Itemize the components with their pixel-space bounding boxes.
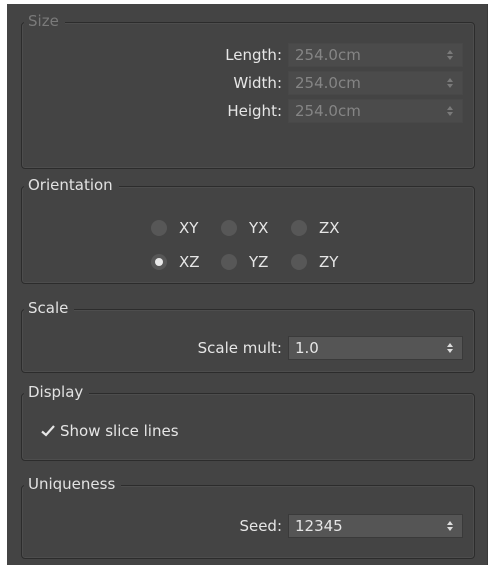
height-label: Height: <box>227 102 282 120</box>
scale-mult-label: Scale mult: <box>197 339 282 357</box>
height-value: 254.0cm <box>295 102 361 120</box>
show-slice-lines-checkbox[interactable] <box>40 423 56 439</box>
seed-value: 12345 <box>295 517 343 535</box>
uniqueness-group: Uniqueness Seed: 12345 <box>21 474 475 559</box>
radio-yx[interactable]: YX <box>221 217 281 239</box>
radio-yz[interactable]: YZ <box>221 251 281 273</box>
size-group-title: Size <box>24 11 65 31</box>
radio-label-zx: ZX <box>319 219 340 237</box>
spinner-arrows-icon[interactable] <box>446 342 454 354</box>
length-label: Length: <box>225 46 282 64</box>
orientation-group-title: Orientation <box>24 175 119 195</box>
width-spinner[interactable]: 254.0cm <box>288 71 463 95</box>
scale-mult-spinner[interactable]: 1.0 <box>288 336 463 360</box>
radio-label-yx: YX <box>249 219 269 237</box>
spinner-arrows-icon[interactable] <box>446 520 454 532</box>
width-value: 254.0cm <box>295 74 361 92</box>
spinner-arrows-icon[interactable] <box>446 49 454 61</box>
size-group: Size Length: 254.0cm Width: 254.0cm Heig… <box>21 11 475 169</box>
seed-spinner[interactable]: 12345 <box>288 514 463 538</box>
height-spinner[interactable]: 254.0cm <box>288 99 463 123</box>
radio-button-icon[interactable] <box>291 220 307 236</box>
show-slice-lines-label[interactable]: Show slice lines <box>60 420 179 442</box>
orientation-group: Orientation XY YX ZX XZ YZ ZY <box>21 175 475 284</box>
scale-group: Scale Scale mult: 1.0 <box>21 298 475 373</box>
width-label: Width: <box>233 74 282 92</box>
radio-button-icon[interactable] <box>221 220 237 236</box>
radio-zy[interactable]: ZY <box>291 251 351 273</box>
radio-label-yz: YZ <box>249 253 269 271</box>
display-group: Display Show slice lines <box>21 382 475 461</box>
radio-button-selected-icon[interactable] <box>151 254 167 270</box>
radio-label-xy: XY <box>179 219 199 237</box>
spinner-arrows-icon[interactable] <box>446 77 454 89</box>
radio-zx[interactable]: ZX <box>291 217 351 239</box>
seed-label: Seed: <box>239 517 282 535</box>
radio-label-zy: ZY <box>319 253 339 271</box>
length-value: 254.0cm <box>295 46 361 64</box>
radio-button-icon[interactable] <box>221 254 237 270</box>
radio-button-icon[interactable] <box>291 254 307 270</box>
display-group-title: Display <box>24 382 90 402</box>
uniqueness-group-title: Uniqueness <box>24 474 122 494</box>
radio-xz[interactable]: XZ <box>151 251 211 273</box>
spinner-arrows-icon[interactable] <box>446 105 454 117</box>
radio-button-icon[interactable] <box>151 220 167 236</box>
checkmark-icon <box>41 425 55 437</box>
rollout-panel: Size Length: 254.0cm Width: 254.0cm Heig… <box>7 4 488 565</box>
radio-xy[interactable]: XY <box>151 217 211 239</box>
radio-label-xz: XZ <box>179 253 200 271</box>
scale-mult-value: 1.0 <box>295 339 319 357</box>
length-spinner[interactable]: 254.0cm <box>288 43 463 67</box>
scale-group-title: Scale <box>24 298 75 318</box>
